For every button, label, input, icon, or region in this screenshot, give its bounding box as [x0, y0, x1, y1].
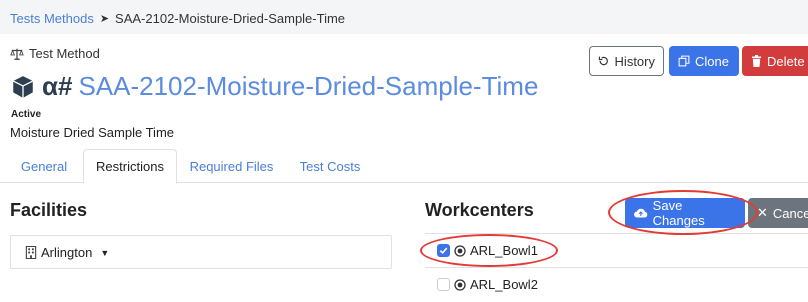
- breadcrumb: Tests Methods ➤ SAA-2102-Moisture-Dried-…: [10, 11, 345, 26]
- breadcrumb-link-tests-methods[interactable]: Tests Methods: [10, 11, 94, 26]
- close-icon: ✕: [757, 205, 768, 220]
- history-icon: [598, 56, 608, 66]
- save-changes-button[interactable]: Save Changes: [625, 198, 745, 228]
- breadcrumb-current: SAA-2102-Moisture-Dried-Sample-Time: [115, 11, 346, 26]
- list-item[interactable]: ARL_Bowl1: [425, 233, 808, 267]
- clone-button[interactable]: Clone: [669, 46, 739, 76]
- record-description: Moisture Dried Sample Time: [10, 125, 174, 140]
- target-icon: [454, 244, 466, 257]
- facility-label: Arlington: [41, 245, 93, 260]
- history-button-label: History: [614, 53, 655, 69]
- cube-icon: [12, 75, 34, 98]
- record-type: Test Method: [10, 46, 100, 61]
- checkmark-icon: [439, 247, 448, 255]
- target-icon: [454, 278, 466, 291]
- trash-icon: [752, 55, 761, 67]
- clone-button-label: Clone: [695, 53, 729, 69]
- tab-required-files[interactable]: Required Files: [183, 149, 280, 183]
- breadcrumb-separator-icon: ➤: [99, 13, 110, 25]
- title-prefix: α#: [42, 71, 73, 101]
- cancel-button[interactable]: ✕ Cancel: [748, 198, 808, 228]
- workcenters-list: ARL_Bowl1 ARL_Bowl2: [425, 233, 808, 301]
- record-type-label: Test Method: [29, 46, 100, 61]
- clone-icon: [678, 55, 690, 67]
- cancel-button-label: Cancel: [772, 205, 808, 221]
- delete-button-label: Delete: [767, 53, 805, 69]
- tab-restrictions[interactable]: Restrictions: [83, 149, 177, 184]
- page-title: α# SAA-2102-Moisture-Dried-Sample-Time: [10, 71, 538, 102]
- facilities-list: Arlington ▼: [10, 235, 392, 269]
- workcenter-checkbox-arl-bowl2[interactable]: [437, 278, 450, 291]
- delete-button[interactable]: Delete: [742, 46, 808, 76]
- tab-general[interactable]: General: [13, 149, 75, 183]
- building-icon: [25, 246, 37, 259]
- breadcrumb-bar: Tests Methods ➤ SAA-2102-Moisture-Dried-…: [0, 0, 808, 34]
- workcenter-label: ARL_Bowl1: [470, 243, 538, 258]
- facilities-heading: Facilities: [10, 200, 88, 220]
- tab-test-costs[interactable]: Test Costs: [292, 149, 368, 183]
- balance-scale-icon: [10, 48, 24, 60]
- facility-dropdown-arlington[interactable]: Arlington ▼: [25, 245, 109, 260]
- save-changes-label: Save Changes: [652, 198, 705, 228]
- title-text: SAA-2102-Moisture-Dried-Sample-Time: [78, 71, 539, 101]
- workcenters-heading: Workcenters: [425, 200, 534, 220]
- workcenter-checkbox-arl-bowl1[interactable]: [437, 244, 450, 257]
- list-item[interactable]: ARL_Bowl2: [425, 267, 808, 301]
- status-badge: Active: [11, 109, 42, 120]
- tab-bar: General Restrictions Required Files Test…: [0, 149, 808, 184]
- workcenter-label: ARL_Bowl2: [470, 277, 538, 292]
- history-button[interactable]: History: [589, 46, 664, 76]
- cloud-upload-icon: [634, 208, 648, 218]
- caret-down-icon: ▼: [100, 247, 110, 258]
